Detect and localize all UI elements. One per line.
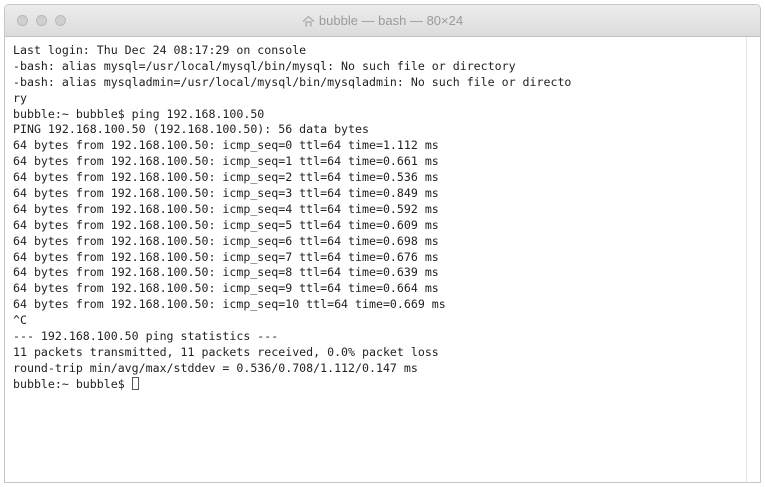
terminal-line: bubble:~ bubble$ ping 192.168.100.50 xyxy=(13,106,265,121)
terminal-line: 64 bytes from 192.168.100.50: icmp_seq=0… xyxy=(13,138,439,153)
terminal-line: 64 bytes from 192.168.100.50: icmp_seq=9… xyxy=(13,281,439,296)
terminal-line: 64 bytes from 192.168.100.50: icmp_seq=8… xyxy=(13,265,439,280)
home-icon xyxy=(302,15,315,27)
window-title: bubble — bash — 80×24 xyxy=(318,13,464,28)
terminal-line: --- 192.168.100.50 ping statistics --- xyxy=(13,329,279,344)
terminal-line: 11 packets transmitted, 11 packets recei… xyxy=(13,344,439,359)
prompt-text: bubble:~ bubble$ xyxy=(13,376,132,391)
prompt-line[interactable]: bubble:~ bubble$ xyxy=(13,376,740,393)
terminal-line: 64 bytes from 192.168.100.50: icmp_seq=5… xyxy=(13,217,439,232)
text-cursor xyxy=(131,376,139,390)
terminal-line: ^C xyxy=(13,313,27,328)
terminal-output[interactable]: Last login: Thu Dec 24 08:17:29 on conso… xyxy=(5,37,746,482)
terminal-line: round-trip min/avg/max/stddev = 0.536/0.… xyxy=(13,360,418,375)
terminal-line: 64 bytes from 192.168.100.50: icmp_seq=1… xyxy=(13,297,446,312)
terminal-line: PING 192.168.100.50 (192.168.100.50): 56… xyxy=(13,122,369,137)
title-bar[interactable]: bubble — bash — 80×24 xyxy=(5,5,760,37)
terminal-window: bubble — bash — 80×24 Last login: Thu De… xyxy=(4,4,761,483)
terminal-line: ry xyxy=(13,90,27,105)
terminal-line: 64 bytes from 192.168.100.50: icmp_seq=4… xyxy=(13,201,439,216)
terminal-line: -bash: alias mysqladmin=/usr/local/mysql… xyxy=(13,74,572,89)
terminal-line: 64 bytes from 192.168.100.50: icmp_seq=7… xyxy=(13,249,439,264)
terminal-line: 64 bytes from 192.168.100.50: icmp_seq=6… xyxy=(13,233,439,248)
terminal-line: 64 bytes from 192.168.100.50: icmp_seq=2… xyxy=(13,170,439,185)
window-title-area: bubble — bash — 80×24 xyxy=(5,13,760,28)
scrollbar[interactable] xyxy=(746,37,760,482)
terminal-line: Last login: Thu Dec 24 08:17:29 on conso… xyxy=(13,43,307,57)
terminal-line: -bash: alias mysql=/usr/local/mysql/bin/… xyxy=(13,58,516,73)
terminal-line: 64 bytes from 192.168.100.50: icmp_seq=3… xyxy=(13,186,439,201)
terminal-line: 64 bytes from 192.168.100.50: icmp_seq=1… xyxy=(13,154,439,169)
